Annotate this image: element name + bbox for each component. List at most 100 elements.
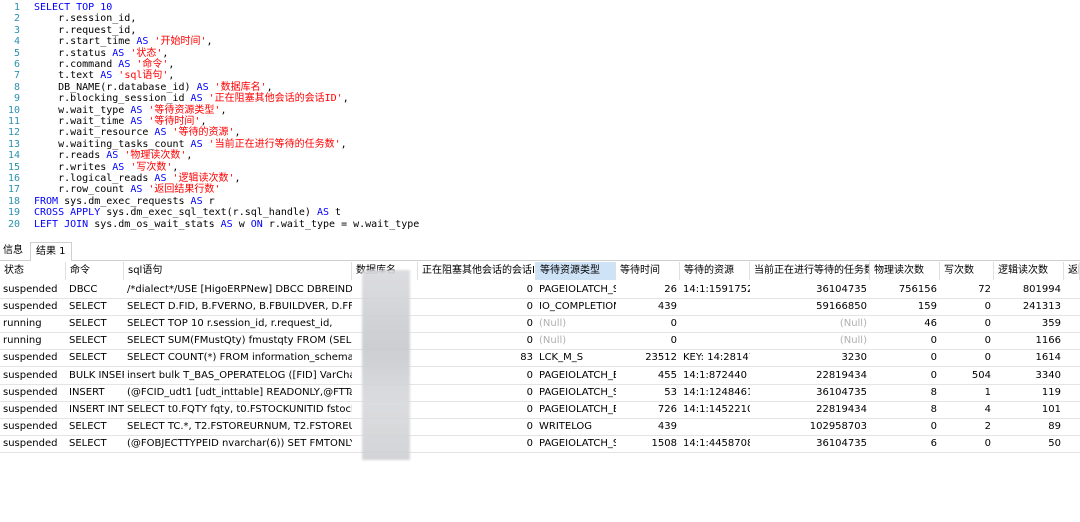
cell-status[interactable]: suspended [0,349,66,366]
cell-row-count[interactable] [1064,315,1080,332]
cell-logical-reads[interactable]: 359 [994,315,1064,332]
cell-row-count[interactable] [1064,384,1080,401]
cell-blocking-session-id[interactable]: 83 [418,349,536,366]
cell-command[interactable]: SELECT [66,315,124,332]
cell-blocking-session-id[interactable]: 0 [418,281,536,298]
cell-logical-reads[interactable]: 89 [994,418,1064,435]
cell-writes[interactable]: 0 [940,349,994,366]
cell-reads[interactable]: 0 [870,332,940,349]
sql-editor[interactable]: 1 SELECT TOP 10 2 r.session_id, 3 r.request… [0,0,1080,238]
cell-wait-resource[interactable]: 14:1:12484612 [680,384,750,401]
cell-blocking-session-id[interactable]: 0 [418,435,536,452]
cell-wait-type[interactable]: LCK_M_S [536,349,616,366]
column-header-sql-text[interactable]: sql语句 [124,262,352,280]
cell-wait-time[interactable]: 0 [616,315,680,332]
cell-wait-time[interactable]: 439 [616,298,680,315]
cell-waiting-tasks-count[interactable]: 22819434 [750,401,870,418]
cell-status[interactable]: running [0,332,66,349]
cell-wait-time[interactable]: 0 [616,332,680,349]
cell-row-count[interactable] [1064,332,1080,349]
cell-waiting-tasks-count[interactable]: 36104735 [750,281,870,298]
column-header-wait-resource[interactable]: 等待的资源 [680,262,750,280]
column-header-logical-reads[interactable]: 逻辑读次数 [994,262,1064,280]
cell-wait-resource[interactable] [680,298,750,315]
table-row[interactable]: suspended SELECT SELECT TC.*, T2.FSTOREURN… [0,418,1080,436]
tab-info[interactable]: 信息 [0,242,28,260]
cell-wait-resource[interactable] [680,332,750,349]
cell-writes[interactable]: 1 [940,384,994,401]
cell-status[interactable]: suspended [0,418,66,435]
cell-waiting-tasks-count[interactable]: 36104735 [750,435,870,452]
cell-command[interactable]: SELECT [66,298,124,315]
cell-status[interactable]: suspended [0,367,66,384]
cell-writes[interactable]: 0 [940,315,994,332]
column-header-blocking-session-id[interactable]: 正在阻塞其他会话的会话ID [418,262,536,280]
cell-row-count[interactable] [1064,281,1080,298]
cell-wait-resource[interactable]: 14:1:1452210 [680,401,750,418]
cell-sql-text[interactable]: SELECT TOP 10 r.session_id, r.request_id… [124,315,352,332]
column-header-command[interactable]: 命令 [66,262,124,280]
cell-wait-type[interactable]: IO_COMPLETION [536,298,616,315]
cell-waiting-tasks-count[interactable]: (Null) [750,315,870,332]
cell-row-count[interactable] [1064,367,1080,384]
cell-waiting-tasks-count[interactable]: 59166850 [750,298,870,315]
cell-logical-reads[interactable]: 801994 [994,281,1064,298]
cell-reads[interactable]: 46 [870,315,940,332]
cell-command[interactable]: BULK INSERT [66,367,124,384]
cell-status[interactable]: suspended [0,401,66,418]
cell-logical-reads[interactable]: 50 [994,435,1064,452]
table-row[interactable]: suspendedINSERT INTOSELECT t0.FQTY fqty,… [0,401,1080,419]
cell-sql-text[interactable]: (@FOBJECTTYPEID nvarchar(6)) SET FMTONLY… [124,435,352,452]
column-header-wait-time[interactable]: 等待时间 [616,262,680,280]
table-row[interactable]: suspended DBCC/*dialect*/USE [HigoERPNew]… [0,281,1080,299]
cell-row-count[interactable] [1064,401,1080,418]
cell-sql-text[interactable]: SELECT COUNT(*) FROM information_schema.… [124,349,352,366]
cell-writes[interactable]: 4 [940,401,994,418]
table-row[interactable]: suspended SELECT (@FOBJECTTYPEID nvarchar(… [0,435,1080,453]
cell-sql-text[interactable]: SELECT t0.FQTY fqty, t0.FSTOCKUNITID fst… [124,401,352,418]
cell-command[interactable]: INSERT INTO [66,401,124,418]
column-header-status[interactable]: 状态 [0,262,66,280]
cell-status[interactable]: suspended [0,435,66,452]
column-header-row-count[interactable]: 返回 [1064,262,1080,280]
cell-blocking-session-id[interactable]: 0 [418,298,536,315]
cell-blocking-session-id[interactable]: 0 [418,367,536,384]
cell-wait-type[interactable]: (Null) [536,315,616,332]
cell-wait-time[interactable]: 1508 [616,435,680,452]
cell-wait-resource[interactable]: KEY: 14:281474 [680,349,750,366]
cell-wait-time[interactable]: 439 [616,418,680,435]
cell-waiting-tasks-count[interactable]: 3230 [750,349,870,366]
cell-reads[interactable]: 8 [870,401,940,418]
cell-wait-time[interactable]: 26 [616,281,680,298]
table-row[interactable]: suspendedBULK INSERTinsert bulk T_BAS_OP… [0,367,1080,385]
cell-reads[interactable]: 756156 [870,281,940,298]
cell-blocking-session-id[interactable]: 0 [418,332,536,349]
cell-logical-reads[interactable]: 1614 [994,349,1064,366]
cell-blocking-session-id[interactable]: 0 [418,384,536,401]
cell-row-count[interactable] [1064,298,1080,315]
cell-wait-type[interactable]: WRITELOG [536,418,616,435]
cell-row-count[interactable] [1064,349,1080,366]
tab-result-1[interactable]: 结果 1 [30,242,72,261]
cell-wait-type[interactable]: PAGEIOLATCH_SH [536,384,616,401]
cell-sql-text[interactable]: /*dialect*/USE [HigoERPNew] DBCC DBREIND… [124,281,352,298]
cell-command[interactable]: SELECT [66,435,124,452]
cell-status[interactable]: suspended [0,384,66,401]
cell-wait-time[interactable]: 53 [616,384,680,401]
cell-wait-resource[interactable] [680,418,750,435]
column-header-reads[interactable]: 物理读次数 [870,262,940,280]
cell-reads[interactable]: 0 [870,418,940,435]
cell-status[interactable]: running [0,315,66,332]
table-row[interactable]: running SELECT SELECT SUM(FMustQty) fmustq… [0,332,1080,351]
cell-command[interactable]: DBCC [66,281,124,298]
cell-writes[interactable]: 0 [940,298,994,315]
cell-wait-resource[interactable]: 14:1:15917528 [680,281,750,298]
cell-writes[interactable]: 504 [940,367,994,384]
table-row[interactable]: suspended SELECT SELECT COUNT(*) FROM info… [0,349,1080,368]
cell-waiting-tasks-count[interactable]: 36104735 [750,384,870,401]
cell-sql-text[interactable]: SELECT TC.*, T2.FSTOREURNUM, T2.FSTOREUR… [124,418,352,435]
cell-command[interactable]: SELECT [66,349,124,366]
cell-reads[interactable]: 8 [870,384,940,401]
cell-row-count[interactable] [1064,435,1080,452]
cell-wait-time[interactable]: 726 [616,401,680,418]
